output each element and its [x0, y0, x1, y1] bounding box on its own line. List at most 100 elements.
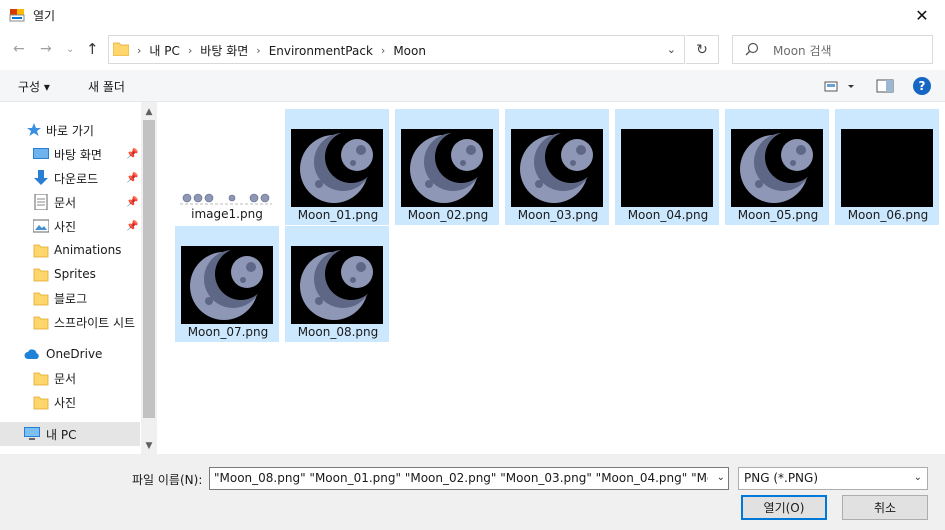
chevron-down-icon: ⌄ [913, 472, 922, 483]
sidebar-item-blog[interactable]: 블로그 [0, 286, 140, 310]
file-tile[interactable]: Moon_06.png [835, 109, 939, 225]
folder-icon [33, 244, 49, 258]
file-tile[interactable]: Moon_07.png [175, 226, 279, 342]
file-tile[interactable]: Moon_02.png [395, 109, 499, 225]
folder-icon [33, 316, 49, 330]
file-name: image1.png [191, 207, 263, 221]
file-name: Moon_07.png [187, 325, 269, 339]
folder-icon [33, 268, 49, 282]
folder-icon [33, 396, 49, 410]
sidebar-item-onedrive[interactable]: OneDrive [0, 342, 140, 366]
sidebar-item-documents[interactable]: 문서 📌 [0, 190, 140, 214]
pictures-icon [33, 219, 49, 233]
file-name: Moon_04.png [627, 208, 709, 222]
file-list: image1.png Moon_01.png Moon_02.png Moon_… [157, 102, 945, 454]
new-folder-button[interactable]: 새 폴더 [88, 78, 125, 95]
scroll-up-icon[interactable]: ▲ [141, 104, 157, 120]
app-icon [9, 9, 25, 22]
file-name: Moon_08.png [297, 325, 379, 339]
breadcrumb-item[interactable]: 내 PC [149, 42, 179, 59]
cancel-button[interactable]: 취소 [842, 495, 928, 520]
sidebar-item-onedrive-documents[interactable]: 문서 [0, 366, 140, 390]
file-tile[interactable]: Moon_03.png [505, 109, 609, 225]
close-button[interactable]: ✕ [899, 0, 945, 30]
navigation-pane: 바로 가기 바탕 화면 📌 다운로드 📌 문서 📌 사진 📌 Animation… [0, 102, 157, 454]
filetype-value: PNG (*.PNG) [744, 471, 819, 485]
file-thumbnail [291, 246, 383, 324]
refresh-button[interactable]: ↻ [686, 35, 719, 64]
folder-icon [33, 292, 49, 306]
document-icon [34, 194, 48, 210]
file-tile[interactable]: Moon_08.png [285, 226, 389, 342]
search-placeholder: Moon 검색 [773, 44, 832, 58]
filename-value: "Moon_08.png" "Moon_01.png" "Moon_02.png… [214, 471, 708, 485]
sidebar-item-this-pc[interactable]: 내 PC [0, 422, 140, 446]
breadcrumb-item[interactable]: Moon [393, 44, 426, 58]
computer-icon [24, 427, 40, 440]
chevron-down-icon[interactable]: ⌄ [667, 43, 676, 56]
breadcrumb-item[interactable]: EnvironmentPack [269, 44, 373, 58]
pin-icon: 📌 [126, 148, 139, 160]
refresh-icon: ↻ [696, 41, 708, 58]
organize-button[interactable]: 구성 ▾ [18, 78, 50, 95]
sidebar-scrollbar[interactable]: ▲ ▼ [141, 102, 157, 454]
cloud-icon [24, 349, 39, 359]
scrollbar-thumb[interactable] [143, 120, 155, 418]
file-name: Moon_06.png [847, 208, 929, 222]
folder-icon [33, 372, 49, 386]
chevron-down-icon[interactable]: ⌄ [717, 472, 725, 483]
search-input[interactable]: Moon 검색 [732, 35, 933, 64]
pin-icon: 📌 [126, 172, 139, 184]
desktop-icon [33, 148, 49, 159]
filetype-select[interactable]: PNG (*.PNG) ⌄ [738, 467, 928, 490]
back-arrow-icon[interactable]: ← [13, 41, 25, 57]
file-thumbnail [841, 129, 933, 207]
search-icon [745, 42, 759, 56]
dialog-footer: 파일 이름(N): "Moon_08.png" "Moon_01.png" "M… [0, 454, 945, 530]
sidebar-item-sprites[interactable]: Sprites [0, 262, 140, 286]
navigation-bar: ← → ⌄ ↑ › 내 PC › 바탕 화면 › EnvironmentPack… [0, 30, 945, 70]
preview-pane-icon[interactable] [876, 78, 894, 94]
breadcrumb: › 내 PC › 바탕 화면 › EnvironmentPack › Moon [137, 42, 426, 59]
file-thumbnail [181, 246, 273, 324]
file-name: Moon_03.png [517, 208, 599, 222]
file-tile[interactable]: image1.png [175, 109, 279, 225]
file-name: Moon_05.png [737, 208, 819, 222]
up-arrow-icon[interactable]: ↑ [86, 40, 99, 58]
file-tile[interactable]: Moon_05.png [725, 109, 829, 225]
file-name: Moon_01.png [297, 208, 379, 222]
download-icon [34, 170, 48, 185]
recent-chevron-icon[interactable]: ⌄ [66, 44, 74, 55]
command-toolbar: 구성 ▾ 새 폴더 ? [0, 70, 945, 102]
breadcrumb-item[interactable]: 바탕 화면 [200, 42, 248, 59]
help-icon[interactable]: ? [913, 77, 931, 95]
scroll-down-icon[interactable]: ▼ [141, 438, 157, 454]
window-title: 열기 [33, 9, 56, 23]
sidebar-item-onedrive-pictures[interactable]: 사진 [0, 390, 140, 414]
folder-icon [113, 42, 129, 56]
address-bar[interactable]: › 내 PC › 바탕 화면 › EnvironmentPack › Moon … [108, 35, 685, 64]
open-button[interactable]: 열기(O) [741, 495, 827, 520]
pin-icon: 📌 [126, 196, 139, 208]
sidebar-item-sprite-sheet[interactable]: 스프라이트 시트 [0, 310, 140, 334]
file-thumbnail [180, 193, 272, 205]
sidebar-item-quick-access[interactable]: 바로 가기 [0, 118, 140, 142]
filename-label: 파일 이름(N): [132, 473, 203, 487]
file-thumbnail [401, 129, 493, 207]
file-thumbnail [291, 129, 383, 207]
sidebar-item-pictures[interactable]: 사진 📌 [0, 214, 140, 238]
file-tile[interactable]: Moon_01.png [285, 109, 389, 225]
forward-arrow-icon[interactable]: → [40, 41, 52, 57]
file-thumbnail [731, 129, 823, 207]
file-thumbnail [511, 129, 603, 207]
file-thumbnail [621, 129, 713, 207]
sidebar-item-animations[interactable]: Animations [0, 238, 140, 262]
view-options-icon[interactable] [824, 79, 858, 95]
sidebar-item-desktop[interactable]: 바탕 화면 📌 [0, 142, 140, 166]
filename-input[interactable]: "Moon_08.png" "Moon_01.png" "Moon_02.png… [209, 467, 729, 490]
title-bar: 열기 ✕ [0, 0, 945, 30]
file-name: Moon_02.png [407, 208, 489, 222]
sidebar-item-downloads[interactable]: 다운로드 📌 [0, 166, 140, 190]
file-tile[interactable]: Moon_04.png [615, 109, 719, 225]
pin-icon: 📌 [126, 220, 139, 232]
